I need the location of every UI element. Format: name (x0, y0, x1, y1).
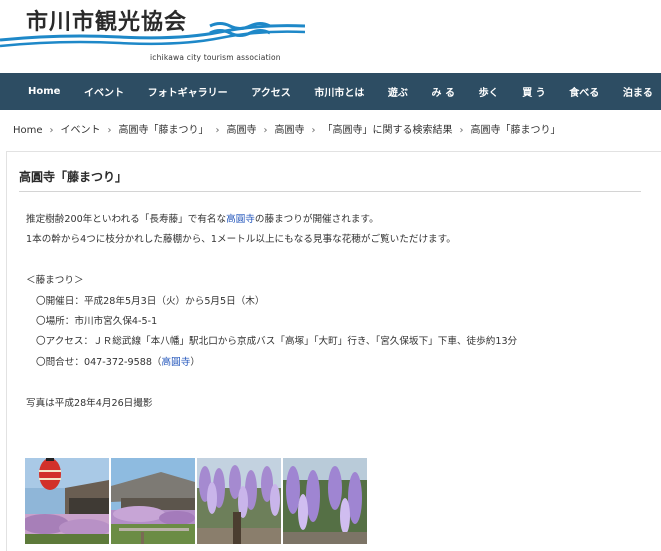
photo-note: 写真は平成28年4月26日撮影 (26, 397, 153, 409)
nav-item-play[interactable]: 遊ぶ (388, 84, 408, 99)
intro-line-1: 推定樹齢200年といわれる「長寿藤」で有名な高圓寺の藤まつりが開催されます。 (26, 214, 379, 225)
nav-item-photo-gallery[interactable]: フォトギャラリー (148, 84, 228, 99)
event-access: 〇アクセス：ＪＲ総武線「本八幡」駅北口から京成バス「高塚」「大町」行き、「宮久保… (36, 336, 518, 348)
contact-temple-link[interactable]: 高圓寺 (162, 357, 191, 368)
section-heading: ＜藤まつり＞ (26, 275, 84, 287)
temple-link[interactable]: 高圓寺 (226, 214, 255, 225)
nav-item-eat[interactable]: 食べる (569, 84, 599, 99)
breadcrumb-separator: › (263, 125, 268, 136)
breadcrumb-separator: › (107, 125, 112, 136)
intro-line-2: 1本の幹から4つに枝分かれした藤棚から、1メートル以上にもなる見事な花穂がご覧い… (26, 234, 456, 246)
nav-item-walk[interactable]: 歩く (479, 84, 499, 99)
breadcrumb-separator: › (49, 125, 54, 136)
nav-item-see[interactable]: み る (432, 84, 455, 99)
main-nav: Home イベント フォトギャラリー アクセス 市川市とは 遊ぶ み る 歩く … (0, 73, 661, 110)
nav-item-access[interactable]: アクセス (251, 84, 291, 99)
wisteria-closeup-photo[interactable] (283, 458, 367, 544)
breadcrumb-item[interactable]: 高圓寺 (227, 125, 257, 136)
site-header: 市川市観光協会 ichikawa city tourism associatio… (0, 0, 661, 72)
photo-gallery (25, 458, 367, 544)
breadcrumb-separator: › (215, 125, 220, 136)
nav-item-home[interactable]: Home (28, 86, 60, 97)
site-logo-subtitle: ichikawa city tourism association (150, 53, 281, 62)
breadcrumb-separator: › (459, 125, 464, 136)
wisteria-trellis-photo[interactable] (197, 458, 281, 544)
event-place: 〇場所：市川市宮久保4-5-1 (36, 315, 158, 327)
breadcrumb-item[interactable]: Home (13, 125, 43, 136)
nav-item-stay[interactable]: 泊まる (623, 84, 653, 99)
nav-item-event[interactable]: イベント (84, 84, 124, 99)
article-body: 推定樹齢200年といわれる「長寿藤」で有名な高圓寺の藤まつりが開催されます。 1… (26, 210, 517, 414)
breadcrumb-item[interactable]: 高圓寺 (275, 125, 305, 136)
page-title: 高圓寺「藤まつり」 (19, 170, 128, 184)
breadcrumb: Home › イベント › 高圓寺「藤まつり」 › 高圓寺 › 高圓寺 › 「高圓寺」に関する検索結… (13, 121, 561, 136)
temple-lantern-photo[interactable] (25, 458, 109, 544)
temple-wisteria-photo[interactable] (111, 458, 195, 544)
breadcrumb-item[interactable]: イベント (61, 125, 101, 136)
event-contact: 〇問合せ：047-372-9588（高圓寺） (36, 356, 200, 368)
content-panel: 高圓寺「藤まつり」 推定樹齢200年といわれる「長寿藤」で有名な高圓寺の藤まつり… (6, 151, 661, 551)
breadcrumb-item[interactable]: 高圓寺「藤まつり」 (119, 125, 209, 136)
breadcrumb-current: 高圓寺「藤まつり」 (470, 125, 561, 136)
nav-item-about-city[interactable]: 市川市とは (314, 84, 364, 99)
nav-item-shop[interactable]: 買 う (522, 84, 545, 99)
logo-waves-icon (0, 22, 305, 48)
title-divider (19, 191, 641, 192)
breadcrumb-item[interactable]: 「高圓寺」に関する検索結果 (323, 125, 453, 136)
breadcrumb-separator: › (311, 125, 316, 136)
event-date: 〇開催日：平成28年5月3日（火）から5月5日（木） (36, 295, 265, 307)
